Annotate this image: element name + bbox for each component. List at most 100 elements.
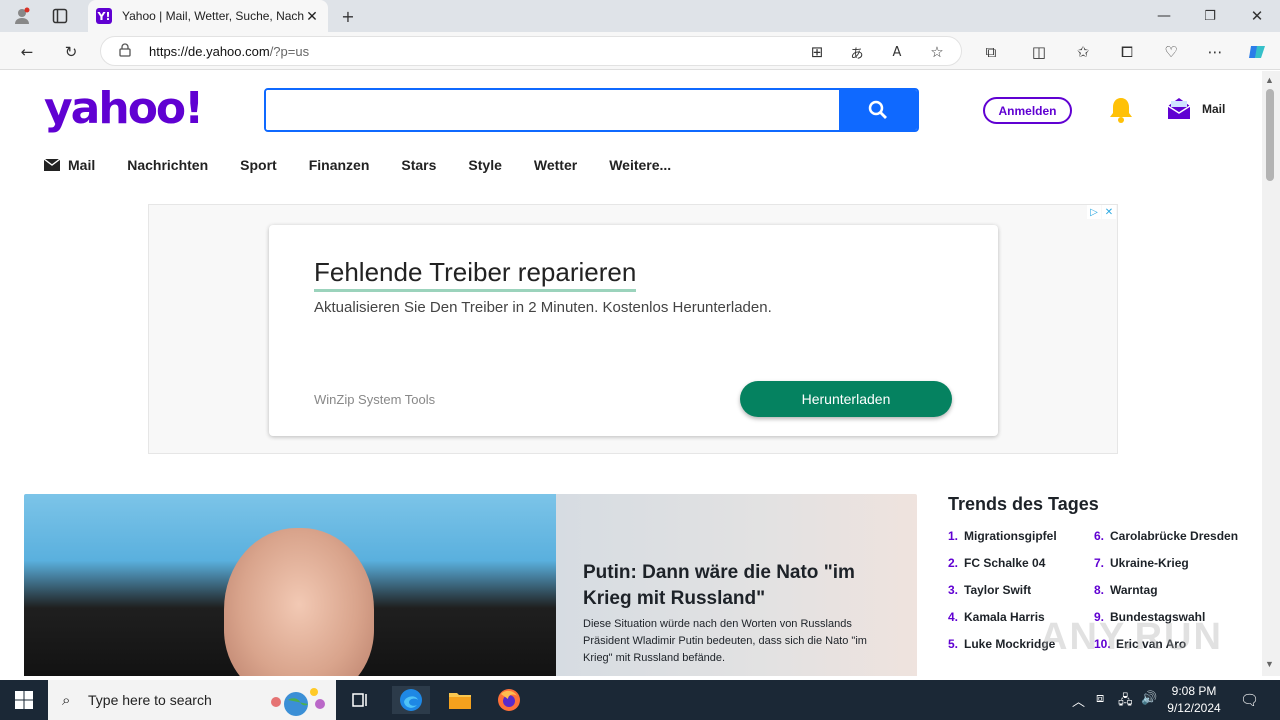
new-tab-icon[interactable]: + [338,6,358,26]
mail-icon [44,159,60,171]
read-aloud-icon[interactable]: A [886,41,908,63]
trend-number: 4. [948,610,959,624]
ad-sponsor: WinZip System Tools [314,392,436,407]
nav-item-style[interactable]: Style [468,157,501,173]
trend-number: 3. [948,583,959,597]
restore-icon[interactable]: ❐ [1200,6,1220,26]
nav-item-label: Mail [68,157,96,173]
anyrun-watermark: ANY.RUN [1040,616,1223,658]
nav-item-nachrichten[interactable]: Nachrichten [127,157,208,173]
network-icon[interactable]: 🖧 [1118,691,1133,713]
volume-icon[interactable]: 🔊 [1141,691,1157,706]
trend-number: 1. [948,529,959,543]
taskbar-clock[interactable]: 9:08 PM 9/12/2024 [1162,683,1226,717]
hero-image[interactable] [24,494,556,676]
mail-link-top[interactable]: Mail [1166,97,1225,121]
firefox-icon[interactable] [495,686,523,714]
ad-choices[interactable]: ▷ ✕ [1087,205,1117,219]
tab-actions-icon[interactable] [50,6,70,26]
notifications-icon[interactable]: 🗨 [1240,691,1259,709]
minimize-icon[interactable]: — [1154,6,1174,26]
url-field[interactable]: https://de.yahoo.com/?p=us [100,36,962,66]
trend-item[interactable]: 2. FC Schalke 04 [948,556,1094,583]
trend-label: Migrationsgipfel [964,529,1057,543]
file-explorer-icon[interactable] [446,686,474,714]
clock-date: 9/12/2024 [1167,701,1221,715]
more-menu-icon[interactable]: ⋯ [1204,41,1226,63]
tab-title: Yahoo | Mail, Wetter, Suche, Nachrichten [122,9,304,23]
trend-item[interactable]: 7. Ukraine-Krieg [1094,556,1240,583]
url-host: https://de.yahoo.com [149,43,270,59]
translate-icon[interactable]: あ [846,41,868,63]
ad-card[interactable]: Fehlende Treiber reparieren Aktualisiere… [269,225,998,436]
scroll-up-icon[interactable]: ▲ [1265,75,1274,85]
mail-envelope-icon [1167,98,1191,119]
trend-label: Carolabrücke Dresden [1110,529,1239,543]
copilot-icon[interactable] [1246,41,1268,63]
trend-item[interactable]: 8. Warntag [1094,583,1240,610]
trend-number: 8. [1094,583,1105,597]
notifications-bell-icon[interactable] [1106,95,1136,125]
trend-label: Kamala Harris [964,610,1045,624]
tray-chevron-icon[interactable]: ︿ [1072,691,1085,710]
close-window-icon[interactable]: ✕ [1247,6,1267,26]
favorites-icon[interactable]: ✩ [1072,41,1094,63]
split-screen-icon[interactable]: ◫ [1028,41,1050,63]
nav-item-finanzen[interactable]: Finanzen [309,157,370,173]
refresh-icon[interactable]: ↻ [60,41,82,63]
tab-yahoo[interactable]: Y! Yahoo | Mail, Wetter, Suche, Nachrich… [88,0,328,32]
clock-time: 9:08 PM [1171,684,1217,698]
windows-start-icon[interactable] [10,686,38,714]
profile-icon[interactable] [12,6,32,26]
page-scrollbar[interactable]: ▲ ▼ [1262,71,1280,676]
nav-item-weitere[interactable]: Weitere... [609,157,671,173]
trend-label: Warntag [1110,583,1158,597]
ad-banner: ▷ ✕ Fehlende Treiber reparieren Aktualis… [148,204,1118,454]
search-input[interactable] [266,90,841,130]
trend-number: 6. [1094,529,1105,543]
trend-item[interactable]: 3. Taylor Swift [948,583,1094,610]
ad-download-button[interactable]: Herunterladen [740,381,952,417]
nav-item-wetter[interactable]: Wetter [534,157,577,173]
taskbar: ⌕ Type here to search ︿ ⧈ 🖧 🔊 9:08 PM 9/… [0,680,1280,720]
trend-item[interactable]: 1. Migrationsgipfel [948,529,1094,556]
search-button[interactable] [839,90,917,130]
edge-taskbar-icon[interactable] [392,686,430,714]
nav-item-stars[interactable]: Stars [401,157,436,173]
taskbar-search[interactable]: ⌕ Type here to search [48,680,336,720]
hero-story[interactable]: Putin: Dann wäre die Nato "im Krieg mit … [24,494,917,676]
yahoo-favicon-icon: Y! [96,8,112,24]
search-icon [868,100,887,119]
collections-icon[interactable]: ⧠ [1116,41,1138,63]
task-view-icon[interactable] [346,686,374,714]
ad-close-icon[interactable]: ✕ [1102,205,1116,219]
lock-icon [119,43,131,60]
mail-label: Mail [1202,102,1226,116]
ad-title[interactable]: Fehlende Treiber reparieren [314,257,637,292]
page-content: yahoo! Anmelden Mail Mail Nachrichten Sp… [4,71,1262,676]
tab-bar: Y! Yahoo | Mail, Wetter, Suche, Nachrich… [0,0,1280,32]
network-drive-icon[interactable]: ⧈ [1096,691,1104,706]
favorite-star-icon[interactable]: ☆ [926,41,948,63]
search-icon: ⌕ [62,691,71,709]
scroll-down-icon[interactable]: ▼ [1265,659,1274,669]
address-bar-row: ← ↻ https://de.yahoo.com/?p=us ⊞ あ A ☆ ⧉… [0,32,1280,70]
app-available-icon[interactable]: ⊞ [806,41,828,63]
nav-item-sport[interactable]: Sport [240,157,277,173]
taskbar-search-placeholder: Type here to search [88,692,212,708]
scrollbar-thumb[interactable] [1266,89,1274,181]
trend-label: FC Schalke 04 [964,556,1046,570]
search-box [264,88,919,132]
signin-button[interactable]: Anmelden [983,97,1072,124]
trend-label: Ukraine-Krieg [1110,556,1189,570]
nav-item-mail[interactable]: Mail [44,157,95,173]
close-tab-icon[interactable]: ✕ [304,8,320,25]
yahoo-logo[interactable]: yahoo! [44,83,204,134]
browser-essentials-icon[interactable]: ♡ [1160,41,1182,63]
back-icon[interactable]: ← [16,41,38,63]
trend-item[interactable]: 6. Carolabrücke Dresden [1094,529,1240,556]
extensions-icon[interactable]: ⧉ [980,41,1002,63]
hero-title[interactable]: Putin: Dann wäre die Nato "im Krieg mit … [583,560,893,612]
trends-heading: Trends des Tages [948,494,1099,514]
adchoices-icon[interactable]: ▷ [1087,205,1101,219]
